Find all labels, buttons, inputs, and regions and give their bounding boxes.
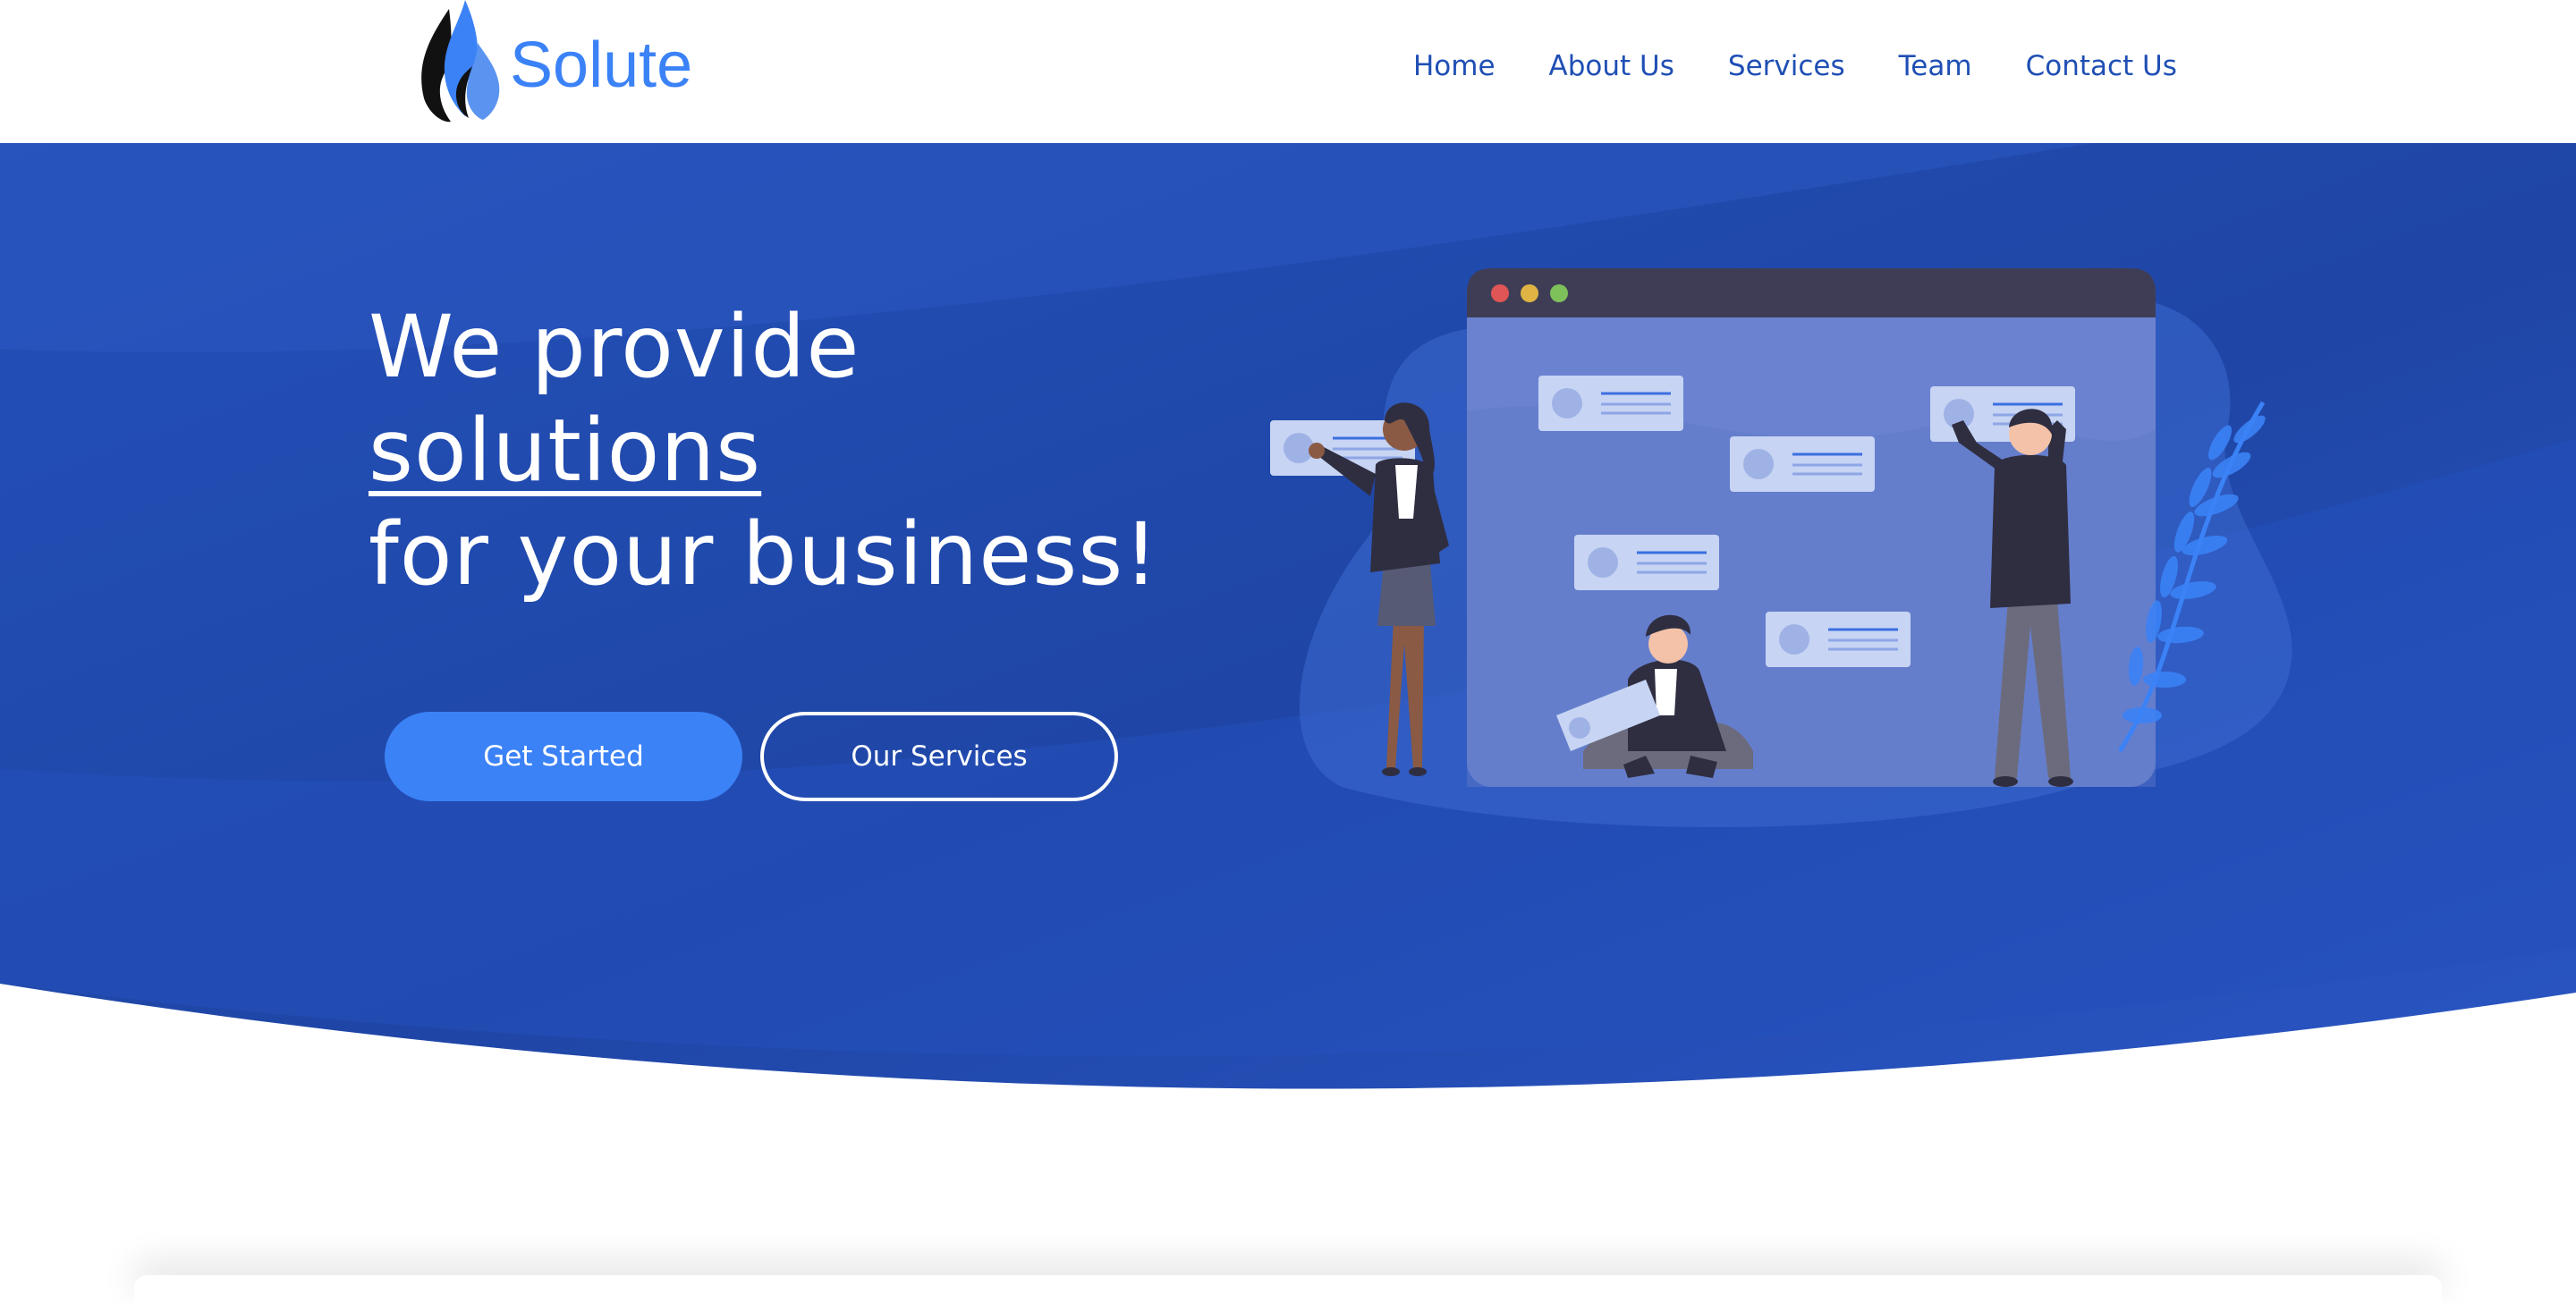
nav-services[interactable]: Services xyxy=(1728,50,1845,82)
get-started-button[interactable]: Get Started xyxy=(385,712,742,801)
nav-contact-us[interactable]: Contact Us xyxy=(2026,50,2177,82)
nav-about-us[interactable]: About Us xyxy=(1549,50,1674,82)
hero-title-highlight: solutions xyxy=(369,401,762,501)
hero-title-line3: for your business! xyxy=(369,504,1159,604)
brand-name: Solute xyxy=(510,30,693,101)
site-header: Solute Home About Us Services Team Conta… xyxy=(0,0,2576,143)
hero-title-line1: We provide xyxy=(369,297,860,397)
hero-title: We provide solutions for your business! xyxy=(369,295,1159,606)
brand-logo[interactable]: Solute xyxy=(413,0,692,125)
main-nav: Home About Us Services Team Contact Us xyxy=(1413,50,2177,82)
next-section-card xyxy=(134,1275,2442,1302)
nav-team[interactable]: Team xyxy=(1899,50,1972,82)
team-dashboard-illustration-icon xyxy=(1270,268,2292,827)
our-services-button[interactable]: Our Services xyxy=(760,712,1118,801)
nav-home[interactable]: Home xyxy=(1413,50,1496,82)
flame-logo-icon xyxy=(421,0,500,123)
